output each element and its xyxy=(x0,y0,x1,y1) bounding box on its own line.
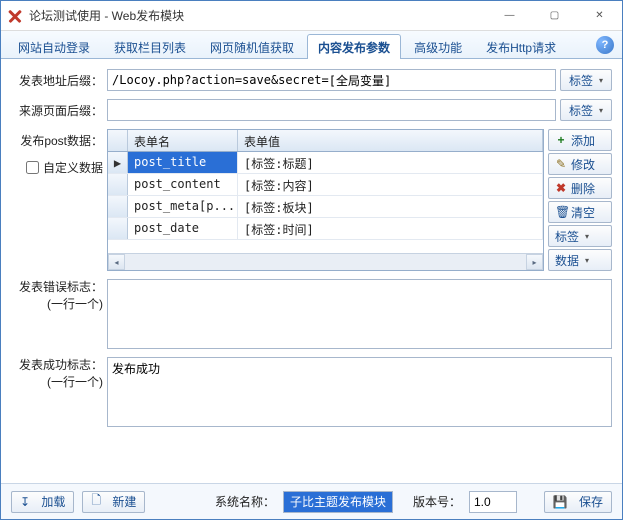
minimize-icon: — xyxy=(505,10,515,21)
table-row[interactable]: post_date [标签:时间] xyxy=(108,218,543,240)
table-row[interactable]: post_meta[p... [标签:板块] xyxy=(108,196,543,218)
app-icon xyxy=(7,8,23,24)
table-row[interactable]: ▶ post_title [标签:标题] xyxy=(108,152,543,174)
side-tag-button[interactable]: 标签▾ xyxy=(548,225,612,247)
tab-column-list[interactable]: 获取栏目列表 xyxy=(103,34,197,59)
addr-suffix-token: [全局变量] xyxy=(329,72,391,89)
footer-bar: ↧ 加载 🗋 新建 系统名称： 子比主题发布模块 版本号： 💾 保存 xyxy=(1,483,622,519)
maximize-button[interactable]: ▢ xyxy=(532,1,577,30)
referer-tag-button[interactable]: 标签▾ xyxy=(560,99,612,121)
addr-suffix-input[interactable]: /Locoy.php?action=save&secret=[全局变量] xyxy=(107,69,556,91)
table-row[interactable]: post_content [标签:内容] xyxy=(108,174,543,196)
tab-random-value[interactable]: 网页随机值获取 xyxy=(199,34,305,59)
cell-form-value[interactable]: [标签:时间] xyxy=(238,218,543,239)
error-flag-textarea[interactable] xyxy=(107,279,612,349)
addr-suffix-plain: /Locoy.php?action=save&secret= xyxy=(112,73,329,87)
scroll-left-icon[interactable]: ◂ xyxy=(108,254,125,270)
new-file-icon: 🗋 xyxy=(91,491,101,512)
tab-bar: 网站自动登录 获取栏目列表 网页随机值获取 内容发布参数 高级功能 发布Http… xyxy=(1,31,622,59)
trash-icon: 🗑 xyxy=(555,205,567,219)
titlebar: 论坛测试使用 - Web发布模块 — ▢ ✕ xyxy=(1,1,622,31)
tab-auto-login[interactable]: 网站自动登录 xyxy=(7,34,101,59)
addr-suffix-label: 发表地址后缀： xyxy=(11,72,103,89)
delete-button[interactable]: ✖删除 xyxy=(548,177,612,199)
custom-data-checkbox-input[interactable] xyxy=(26,161,39,174)
content-area: 发表地址后缀： /Locoy.php?action=save&secret=[全… xyxy=(1,59,622,483)
maximize-icon: ▢ xyxy=(550,10,559,21)
grid-header-name[interactable]: 表单名 xyxy=(128,130,238,151)
custom-data-checkbox[interactable]: 自定义数据 xyxy=(11,159,103,176)
addr-tag-button[interactable]: 标签▾ xyxy=(560,69,612,91)
chevron-down-icon: ▾ xyxy=(599,76,603,85)
error-flag-label: 发表错误标志： xyxy=(19,279,103,296)
minimize-button[interactable]: — xyxy=(487,1,532,30)
version-input[interactable] xyxy=(469,491,517,513)
post-data-label: 发布post数据： xyxy=(11,129,103,149)
cell-form-value[interactable]: [标签:内容] xyxy=(238,174,543,195)
success-flag-label: 发表成功标志： xyxy=(19,357,103,374)
cell-form-value[interactable]: [标签:板块] xyxy=(238,196,543,217)
sysname-label: 系统名称： xyxy=(215,493,275,510)
load-icon: ↧ xyxy=(20,495,30,509)
cell-form-value[interactable]: [标签:标题] xyxy=(238,152,543,173)
custom-data-checkbox-label: 自定义数据 xyxy=(43,159,103,176)
referer-suffix-label: 来源页面后缀： xyxy=(11,102,103,119)
close-button[interactable]: ✕ xyxy=(577,1,622,30)
chevron-down-icon: ▾ xyxy=(585,232,589,241)
error-flag-sublabel: (一行一个) xyxy=(47,296,103,313)
grid-header-value[interactable]: 表单值 xyxy=(238,130,543,151)
clear-button[interactable]: 🗑清空 xyxy=(548,201,612,223)
pencil-icon: ✎ xyxy=(555,157,567,171)
close-icon: ✕ xyxy=(595,10,603,21)
cell-form-name[interactable]: post_title xyxy=(128,152,238,173)
row-indicator-icon: ▶ xyxy=(108,152,128,173)
cell-form-name[interactable]: post_content xyxy=(128,174,238,195)
success-flag-textarea[interactable]: 发布成功 xyxy=(107,357,612,427)
edit-button[interactable]: ✎修改 xyxy=(548,153,612,175)
save-icon: 💾 xyxy=(553,495,568,509)
post-data-grid[interactable]: 表单名 表单值 ▶ post_title [标签:标题] post_conten… xyxy=(107,129,544,271)
success-flag-sublabel: (一行一个) xyxy=(47,374,103,391)
referer-suffix-input[interactable] xyxy=(107,99,556,121)
window-title: 论坛测试使用 - Web发布模块 xyxy=(29,7,184,24)
help-icon[interactable]: ? xyxy=(596,36,614,54)
chevron-down-icon: ▾ xyxy=(585,256,589,265)
sysname-value[interactable]: 子比主题发布模块 xyxy=(283,491,393,513)
chevron-down-icon: ▾ xyxy=(599,106,603,115)
version-label: 版本号： xyxy=(413,493,461,510)
load-button[interactable]: ↧ 加载 xyxy=(11,491,74,513)
cell-form-name[interactable]: post_meta[p... xyxy=(128,196,238,217)
new-button[interactable]: 🗋 新建 xyxy=(82,491,145,513)
save-button[interactable]: 💾 保存 xyxy=(544,491,612,513)
grid-h-scrollbar[interactable]: ◂ ▸ xyxy=(108,253,543,270)
tab-publish-params[interactable]: 内容发布参数 xyxy=(307,34,401,59)
side-data-button[interactable]: 数据▾ xyxy=(548,249,612,271)
scroll-right-icon[interactable]: ▸ xyxy=(526,254,543,270)
tab-advanced[interactable]: 高级功能 xyxy=(403,34,473,59)
cell-form-name[interactable]: post_date xyxy=(128,218,238,239)
grid-header-selector[interactable] xyxy=(108,130,128,151)
tab-http-request[interactable]: 发布Http请求 xyxy=(475,34,567,59)
x-icon: ✖ xyxy=(555,181,567,195)
add-button[interactable]: +添加 xyxy=(548,129,612,151)
plus-icon: + xyxy=(555,133,567,147)
